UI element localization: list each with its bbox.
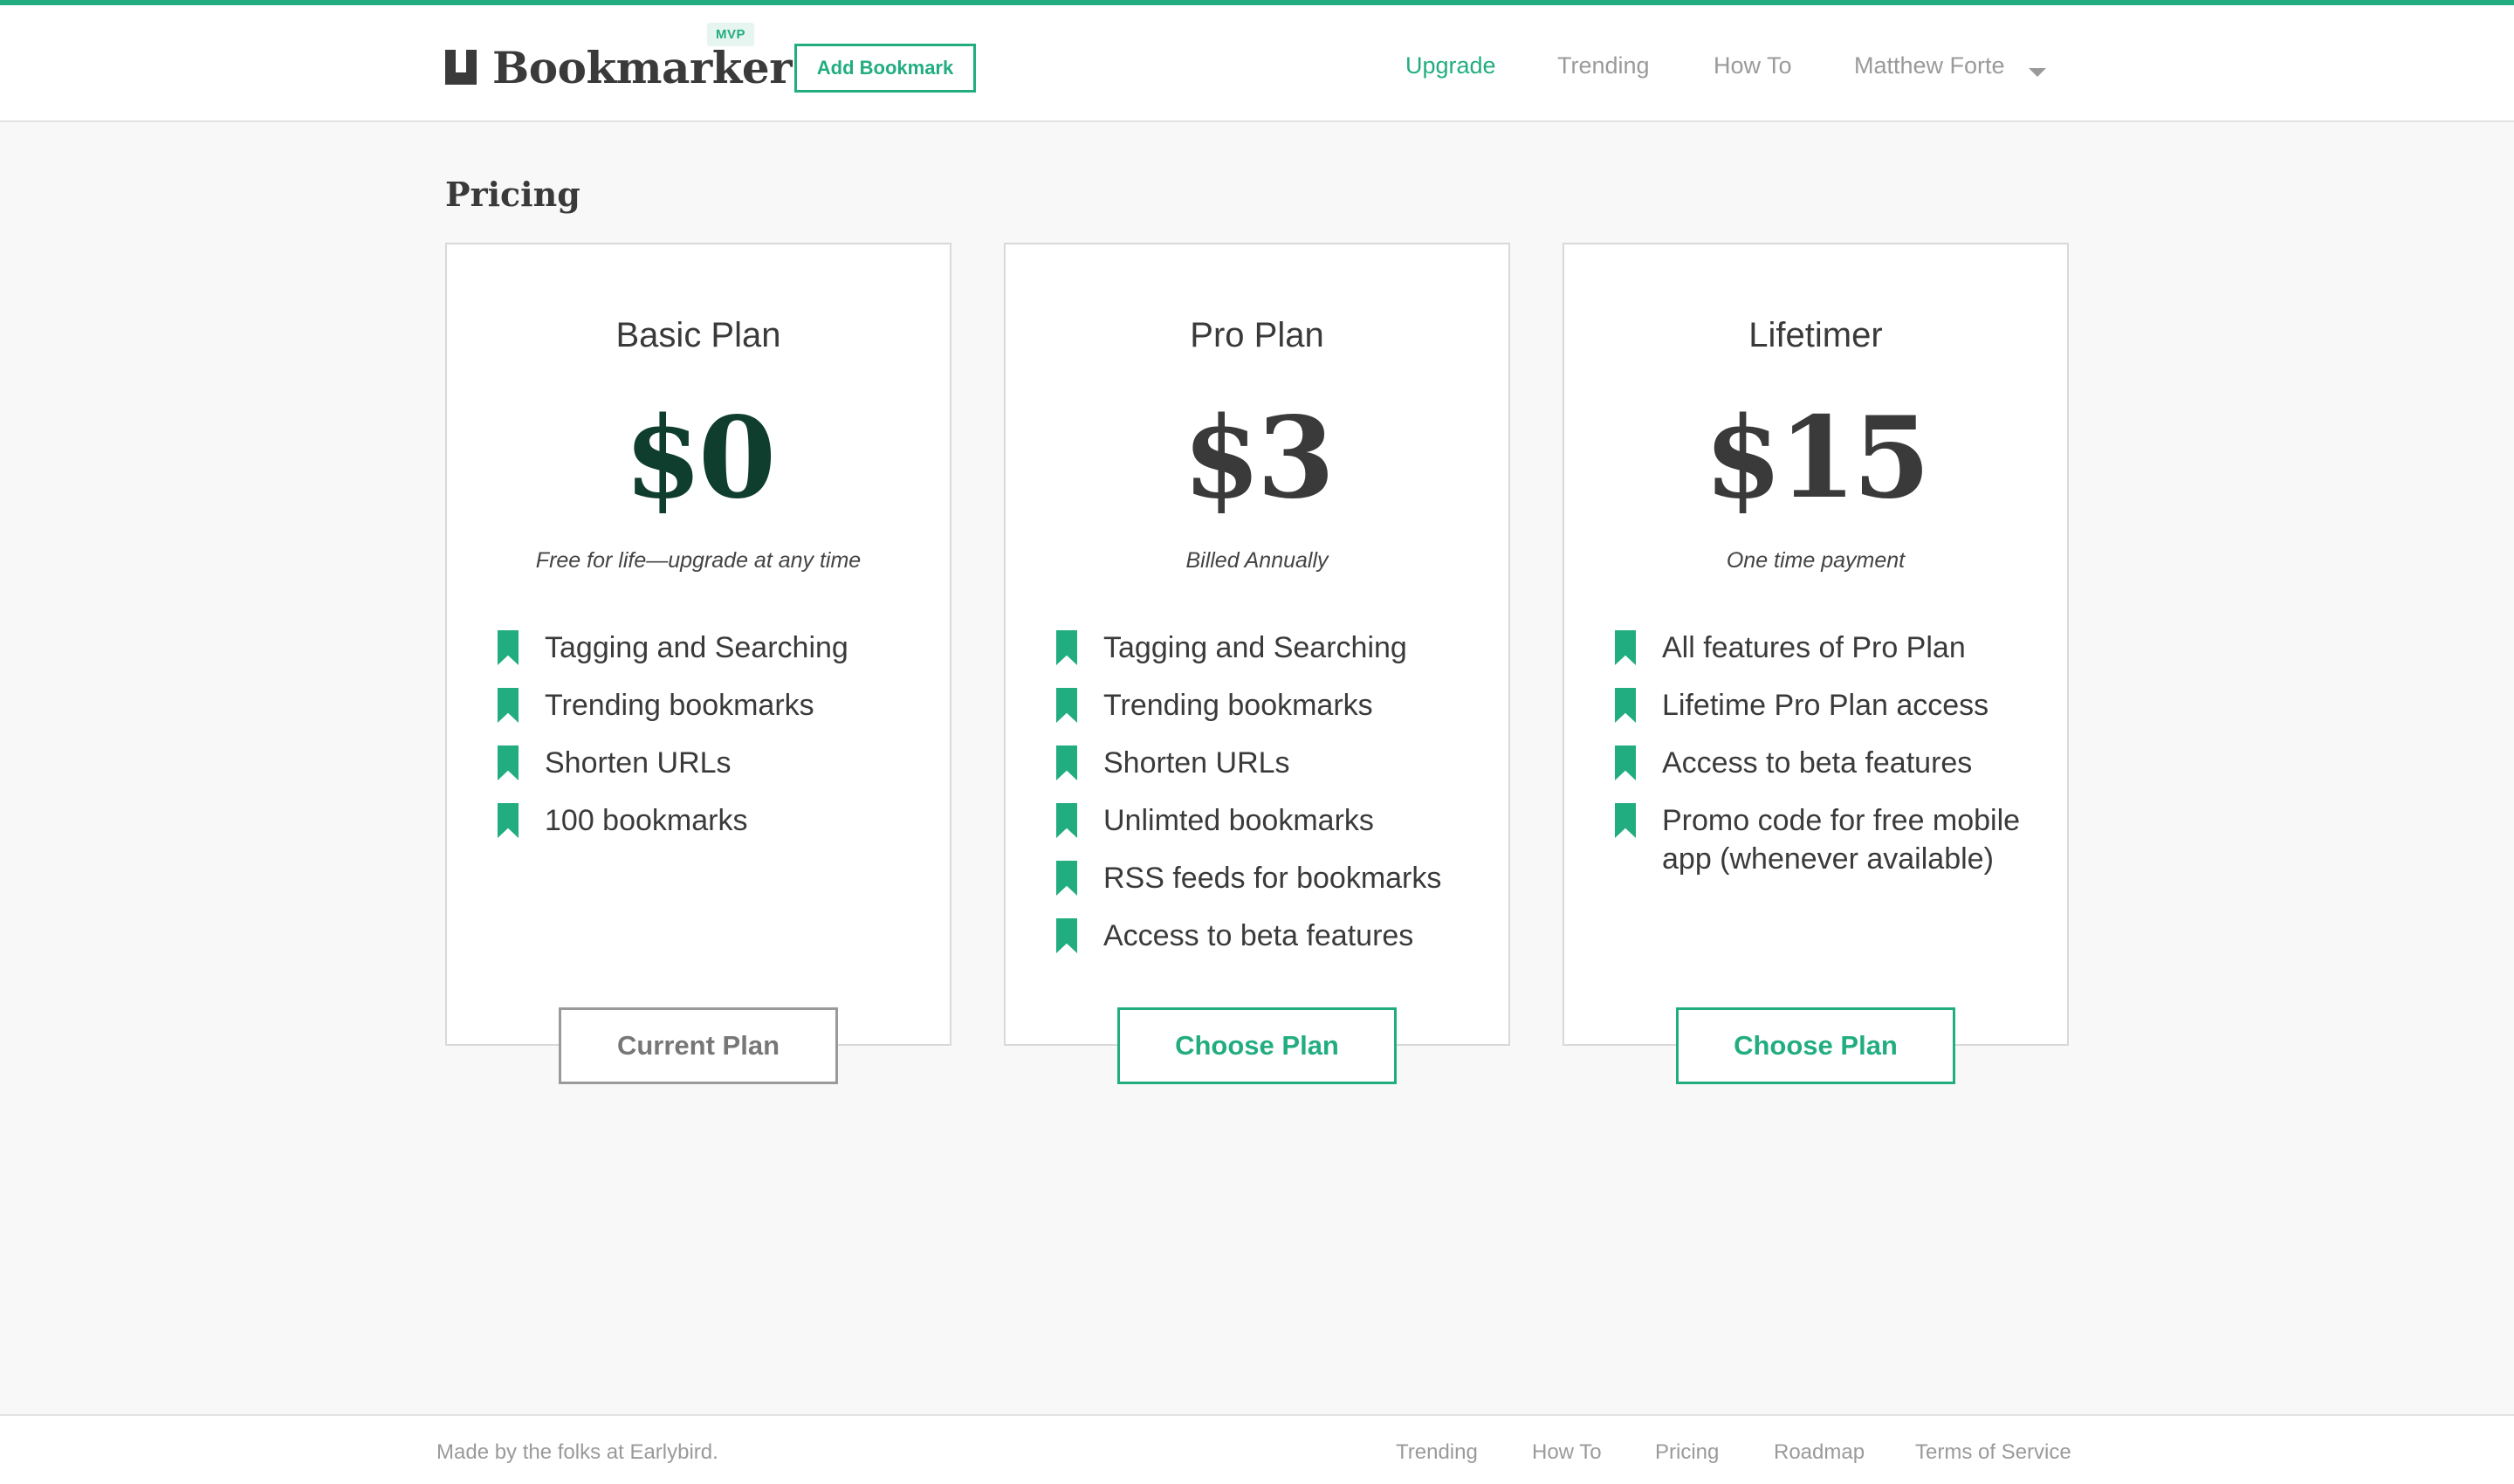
feature-label: Lifetime Pro Plan access xyxy=(1662,689,1989,722)
bookmark-ribbon-icon xyxy=(1056,745,1077,780)
footer-link-how-to[interactable]: How To xyxy=(1532,1440,1602,1465)
feature-item: Trending bookmarks xyxy=(496,686,932,725)
feature-item: Access to beta features xyxy=(1613,744,2050,782)
add-bookmark-button[interactable]: Add Bookmark xyxy=(794,44,976,93)
feature-label: Unlimted bookmarks xyxy=(1103,804,1374,837)
bookmark-ribbon-icon xyxy=(1056,861,1077,896)
bookmark-ribbon-icon xyxy=(498,745,519,780)
feature-item: Access to beta features xyxy=(1054,917,1491,955)
bookmark-logo-icon xyxy=(445,50,477,85)
feature-item: Shorten URLs xyxy=(1054,744,1491,782)
nav-upgrade[interactable]: Upgrade xyxy=(1405,52,1496,87)
mvp-badge: MVP xyxy=(707,23,755,46)
feature-label: Shorten URLs xyxy=(545,746,732,780)
bookmark-ribbon-icon xyxy=(1615,688,1636,723)
plan-name: Pro Plan xyxy=(1190,316,1324,354)
feature-item: 100 bookmarks xyxy=(496,801,932,840)
feature-item: Unlimted bookmarks xyxy=(1054,801,1491,840)
feature-label: Tagging and Searching xyxy=(545,631,848,664)
user-menu-name[interactable]: Matthew Forte xyxy=(1854,52,2005,87)
feature-label: Shorten URLs xyxy=(1103,746,1290,780)
plan-name: Basic Plan xyxy=(615,316,781,354)
plan-card-basic: Basic Plan $0 Free for life—upgrade at a… xyxy=(445,243,951,1046)
plan-note: One time payment xyxy=(1726,548,1906,573)
bookmark-ribbon-icon xyxy=(498,688,519,723)
feature-label: Access to beta features xyxy=(1103,919,1414,952)
plan-note: Free for life—upgrade at any time xyxy=(535,548,862,573)
footer-link-roadmap[interactable]: Roadmap xyxy=(1774,1440,1865,1465)
current-plan-button[interactable]: Current Plan xyxy=(559,1007,838,1084)
feature-item: Tagging and Searching xyxy=(496,629,932,667)
feature-item: Shorten URLs xyxy=(496,744,932,782)
feature-item: Lifetime Pro Plan access xyxy=(1613,686,2050,725)
plan-card-pro: Pro Plan $3 Billed Annually Tagging and … xyxy=(1004,243,1510,1046)
bookmark-ribbon-icon xyxy=(1056,630,1077,665)
footer: Made by the folks at Earlybird. Trending… xyxy=(0,1414,2514,1484)
feature-list: Tagging and Searching Trending bookmarks… xyxy=(496,629,932,859)
footer-link-terms[interactable]: Terms of Service xyxy=(1915,1440,2071,1465)
feature-item: Trending bookmarks xyxy=(1054,686,1491,725)
nav-how-to[interactable]: How To xyxy=(1714,52,1792,87)
feature-list: Tagging and Searching Trending bookmarks… xyxy=(1054,629,1491,974)
brand-name: Bookmarker xyxy=(492,41,793,93)
feature-item: RSS feeds for bookmarks xyxy=(1054,859,1491,897)
footer-link-trending[interactable]: Trending xyxy=(1396,1440,1478,1465)
page-title: Pricing xyxy=(445,175,580,214)
choose-plan-button-pro[interactable]: Choose Plan xyxy=(1117,1007,1397,1084)
plan-price: $0 xyxy=(623,393,776,524)
feature-list: All features of Pro Plan Lifetime Pro Pl… xyxy=(1613,629,2050,897)
plan-note: Billed Annually xyxy=(1185,548,1329,573)
feature-label: All features of Pro Plan xyxy=(1662,631,1966,664)
feature-item: Promo code for free mobile app (whenever… xyxy=(1613,801,2050,878)
bookmark-ribbon-icon xyxy=(1056,688,1077,723)
bookmark-ribbon-icon xyxy=(1615,745,1636,780)
feature-label: Trending bookmarks xyxy=(1103,689,1373,722)
choose-plan-button-lifetimer[interactable]: Choose Plan xyxy=(1676,1007,1955,1084)
footer-credit: Made by the folks at Earlybird. xyxy=(436,1440,718,1464)
feature-item: All features of Pro Plan xyxy=(1613,629,2050,667)
bookmark-ribbon-icon xyxy=(498,803,519,838)
caret-down-icon[interactable] xyxy=(2029,68,2046,77)
nav-trending[interactable]: Trending xyxy=(1557,52,1650,87)
feature-label: Access to beta features xyxy=(1662,746,1973,780)
bookmark-ribbon-icon xyxy=(498,630,519,665)
bookmark-ribbon-icon xyxy=(1056,803,1077,838)
feature-label: RSS feeds for bookmarks xyxy=(1103,862,1442,895)
bookmark-ribbon-icon xyxy=(1056,918,1077,953)
feature-label: 100 bookmarks xyxy=(545,804,748,837)
footer-link-pricing[interactable]: Pricing xyxy=(1655,1440,1719,1465)
feature-label: Trending bookmarks xyxy=(545,689,814,722)
header: Bookmarker MVP Add Bookmark Upgrade Tren… xyxy=(0,5,2514,122)
plan-name: Lifetimer xyxy=(1748,316,1883,354)
feature-item: Tagging and Searching xyxy=(1054,629,1491,667)
plan-card-lifetimer: Lifetimer $15 One time payment All featu… xyxy=(1563,243,2069,1046)
bookmark-ribbon-icon xyxy=(1615,803,1636,838)
bookmark-ribbon-icon xyxy=(1615,630,1636,665)
feature-label: Promo code for free mobile app (whenever… xyxy=(1662,804,2021,876)
feature-label: Tagging and Searching xyxy=(1103,631,1407,664)
plan-price: $3 xyxy=(1182,393,1335,524)
plan-price: $15 xyxy=(1704,393,1930,524)
